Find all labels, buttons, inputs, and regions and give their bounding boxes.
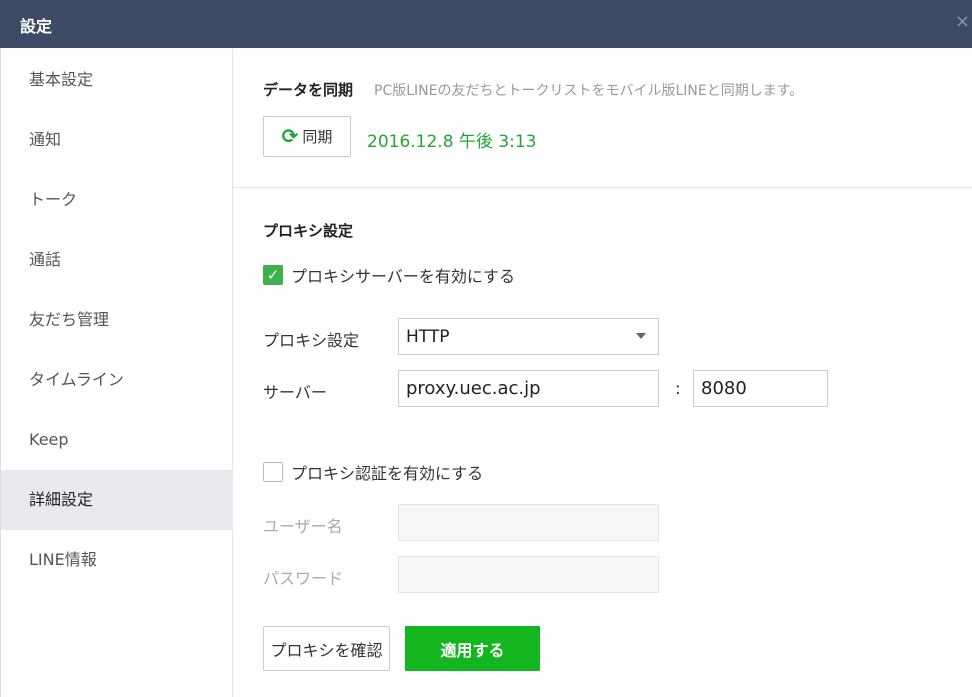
sync-description: PC版LINEの友だちとトークリストをモバイル版LINEと同期します。 (374, 83, 804, 99)
port-input[interactable]: 8080 (693, 370, 828, 407)
section-divider (233, 187, 972, 188)
proxy-auth-checkbox[interactable] (263, 462, 283, 482)
settings-content: データを同期 PC版LINEの友だちとトークリストをモバイル版LINEと同期しま… (233, 48, 972, 697)
username-label: ユーザー名 (263, 517, 343, 536)
settings-sidebar: 基本設定 通知 トーク 通話 友だち管理 タイムライン Keep 詳細設定 LI… (0, 48, 233, 697)
port-value: 8080 (701, 378, 747, 399)
sidebar-item-basic[interactable]: 基本設定 (1, 50, 233, 110)
proxy-type-select[interactable]: HTTP (398, 318, 659, 355)
proxy-type-value: HTTP (406, 326, 450, 347)
username-input[interactable] (398, 504, 659, 541)
enable-proxy-option[interactable]: ✓ プロキシサーバーを有効にする (263, 263, 515, 287)
password-label: パスワード (263, 569, 344, 588)
sidebar-item-timeline[interactable]: タイムライン (1, 350, 233, 410)
sidebar-item-talk[interactable]: トーク (1, 170, 233, 230)
proxy-type-label: プロキシ設定 (263, 331, 360, 350)
sidebar-item-line-info[interactable]: LINE情報 (1, 530, 233, 590)
proxy-heading: プロキシ設定 (263, 222, 354, 240)
sidebar-item-calls[interactable]: 通話 (1, 230, 233, 290)
port-separator: : (675, 379, 681, 399)
last-synced-time: 2016.12.8 午後 3:13 (367, 132, 537, 152)
proxy-auth-label: プロキシ認証を有効にする (291, 464, 484, 483)
refresh-icon: ⟳ (281, 123, 299, 148)
check-proxy-button[interactable]: プロキシを確認 (263, 626, 390, 671)
sidebar-item-advanced[interactable]: 詳細設定 (1, 470, 233, 530)
password-input[interactable] (398, 556, 659, 593)
apply-button[interactable]: 適用する (405, 626, 540, 671)
sidebar-item-notifications[interactable]: 通知 (1, 110, 233, 170)
close-icon[interactable]: × (955, 10, 970, 34)
sidebar-item-friends[interactable]: 友だち管理 (1, 290, 233, 350)
server-label: サーバー (263, 383, 327, 402)
window-title: 設定 (20, 17, 53, 36)
server-value: proxy.uec.ac.jp (406, 378, 541, 399)
enable-proxy-auth-option[interactable]: プロキシ認証を有効にする (263, 460, 483, 484)
sync-button-label: 同期 (302, 128, 333, 146)
chevron-down-icon (636, 333, 646, 339)
sync-heading: データを同期 (263, 81, 354, 99)
sync-button[interactable]: ⟳ 同期 (263, 116, 351, 157)
sidebar-item-keep[interactable]: Keep (1, 410, 233, 470)
enable-proxy-checkbox[interactable]: ✓ (263, 265, 283, 285)
title-bar: 設定 × (0, 0, 972, 48)
enable-proxy-label: プロキシサーバーを有効にする (291, 267, 516, 286)
server-input[interactable]: proxy.uec.ac.jp (398, 370, 659, 407)
